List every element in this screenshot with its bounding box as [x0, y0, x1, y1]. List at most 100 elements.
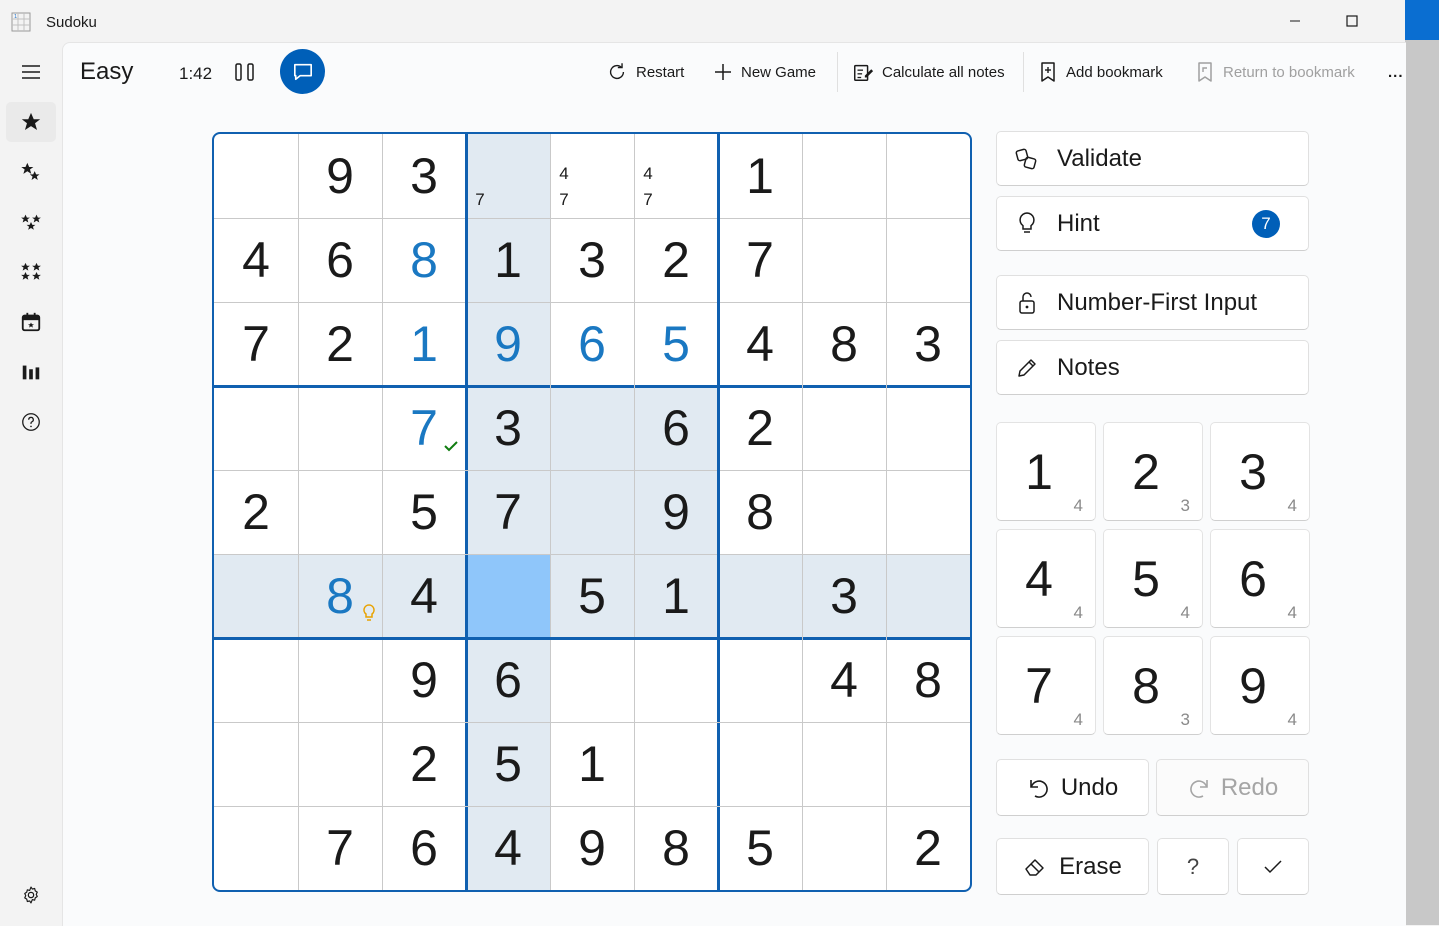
- sudoku-cell[interactable]: 3: [466, 386, 550, 470]
- sudoku-cell[interactable]: 9: [466, 302, 550, 386]
- number-pad-button-4[interactable]: 44: [996, 529, 1096, 628]
- number-pad-button-6[interactable]: 64: [1210, 529, 1310, 628]
- sudoku-cell[interactable]: 8: [382, 218, 466, 302]
- sudoku-cell[interactable]: 4: [802, 638, 886, 722]
- sudoku-cell[interactable]: [634, 638, 718, 722]
- sudoku-cell[interactable]: 8: [634, 806, 718, 890]
- sudoku-cell[interactable]: [550, 386, 634, 470]
- sudoku-cell[interactable]: 7: [214, 302, 298, 386]
- sudoku-cell[interactable]: [550, 470, 634, 554]
- pause-button[interactable]: [230, 58, 260, 86]
- calendar-icon[interactable]: [6, 302, 56, 342]
- sudoku-cell[interactable]: [802, 722, 886, 806]
- sudoku-cell[interactable]: [214, 554, 298, 638]
- number-first-input-toggle[interactable]: Number-First Input: [996, 275, 1309, 330]
- sudoku-cell[interactable]: 3: [886, 302, 970, 386]
- number-pad-button-1[interactable]: 14: [996, 422, 1096, 521]
- sudoku-cell[interactable]: [718, 722, 802, 806]
- sudoku-cell[interactable]: 1: [466, 218, 550, 302]
- sudoku-cell[interactable]: [298, 386, 382, 470]
- nav-easy-star-icon[interactable]: [6, 102, 56, 142]
- add-bookmark-button[interactable]: Add bookmark: [1038, 56, 1163, 88]
- sudoku-cell[interactable]: 4: [214, 218, 298, 302]
- sudoku-cell[interactable]: [298, 470, 382, 554]
- sudoku-cell[interactable]: 5: [550, 554, 634, 638]
- sudoku-cell[interactable]: 7: [718, 218, 802, 302]
- sudoku-cell[interactable]: [802, 386, 886, 470]
- sudoku-cell[interactable]: 3: [382, 134, 466, 218]
- sudoku-cell[interactable]: [214, 134, 298, 218]
- sudoku-cell[interactable]: 2: [298, 302, 382, 386]
- sudoku-cell[interactable]: 2: [382, 722, 466, 806]
- sudoku-cell[interactable]: 8: [886, 638, 970, 722]
- settings-gear-icon[interactable]: [6, 875, 56, 915]
- calculate-notes-button[interactable]: Calculate all notes: [852, 56, 1005, 88]
- sudoku-cell[interactable]: 6: [466, 638, 550, 722]
- sudoku-cell[interactable]: 2: [718, 386, 802, 470]
- number-pad-button-9[interactable]: 94: [1210, 636, 1310, 735]
- sudoku-cell[interactable]: 3: [550, 218, 634, 302]
- sudoku-cell[interactable]: 7: [466, 470, 550, 554]
- validate-button[interactable]: Validate: [996, 131, 1309, 186]
- sudoku-cell[interactable]: 9: [298, 134, 382, 218]
- sudoku-cell[interactable]: 4: [718, 302, 802, 386]
- sudoku-cell[interactable]: 8: [802, 302, 886, 386]
- sudoku-cell[interactable]: 6: [634, 386, 718, 470]
- sudoku-cell[interactable]: 1: [718, 134, 802, 218]
- help-icon[interactable]: [6, 402, 56, 442]
- sudoku-cell[interactable]: [298, 722, 382, 806]
- nav-medium-stars-icon[interactable]: [6, 152, 56, 192]
- checkmark-button[interactable]: [1237, 838, 1309, 895]
- erase-button[interactable]: Erase: [996, 838, 1149, 895]
- sudoku-cell[interactable]: 6: [298, 218, 382, 302]
- sudoku-cell[interactable]: 7: [298, 806, 382, 890]
- sudoku-cell[interactable]: 47: [550, 134, 634, 218]
- sudoku-cell[interactable]: 1: [382, 302, 466, 386]
- sudoku-cell[interactable]: [214, 806, 298, 890]
- sudoku-cell[interactable]: [886, 554, 970, 638]
- sudoku-cell[interactable]: 9: [550, 806, 634, 890]
- sudoku-cell[interactable]: 2: [214, 470, 298, 554]
- sudoku-cell[interactable]: 5: [382, 470, 466, 554]
- sudoku-cell[interactable]: 1: [634, 554, 718, 638]
- nav-expert-stars-icon[interactable]: [6, 252, 56, 292]
- sudoku-cell[interactable]: 9: [634, 470, 718, 554]
- sudoku-cell[interactable]: [886, 386, 970, 470]
- sudoku-cell[interactable]: 2: [886, 806, 970, 890]
- redo-button[interactable]: Redo: [1156, 759, 1309, 816]
- sudoku-cell[interactable]: [214, 386, 298, 470]
- sudoku-cell[interactable]: [802, 134, 886, 218]
- sudoku-cell[interactable]: [718, 638, 802, 722]
- sudoku-cell[interactable]: [886, 134, 970, 218]
- question-mark-button[interactable]: ?: [1157, 838, 1229, 895]
- sudoku-cell[interactable]: 7: [382, 386, 466, 470]
- sudoku-cell[interactable]: [214, 638, 298, 722]
- sudoku-cell[interactable]: 6: [550, 302, 634, 386]
- number-pad-button-2[interactable]: 23: [1103, 422, 1203, 521]
- restart-button[interactable]: Restart: [606, 56, 684, 88]
- number-pad-button-5[interactable]: 54: [1103, 529, 1203, 628]
- sudoku-cell[interactable]: [802, 470, 886, 554]
- more-options-button[interactable]: ...: [1388, 56, 1404, 88]
- number-pad-button-8[interactable]: 83: [1103, 636, 1203, 735]
- return-bookmark-button[interactable]: Return to bookmark: [1195, 56, 1355, 88]
- new-game-button[interactable]: New Game: [713, 56, 816, 88]
- sudoku-cell[interactable]: [466, 554, 550, 638]
- maximize-button[interactable]: [1329, 6, 1375, 36]
- menu-icon[interactable]: [6, 52, 56, 92]
- sudoku-cell[interactable]: [718, 554, 802, 638]
- feedback-chat-button[interactable]: [280, 49, 325, 94]
- sudoku-cell[interactable]: [886, 218, 970, 302]
- nav-hard-stars-icon[interactable]: [6, 202, 56, 242]
- number-pad-button-3[interactable]: 34: [1210, 422, 1310, 521]
- sudoku-cell[interactable]: [634, 722, 718, 806]
- sudoku-cell[interactable]: 8: [718, 470, 802, 554]
- sudoku-cell[interactable]: 9: [382, 638, 466, 722]
- sudoku-cell[interactable]: [550, 638, 634, 722]
- sudoku-cell[interactable]: 3: [802, 554, 886, 638]
- sudoku-cell[interactable]: [886, 722, 970, 806]
- sudoku-cell[interactable]: [802, 218, 886, 302]
- sudoku-cell[interactable]: 1: [550, 722, 634, 806]
- sudoku-cell[interactable]: 5: [466, 722, 550, 806]
- sudoku-cell[interactable]: [886, 470, 970, 554]
